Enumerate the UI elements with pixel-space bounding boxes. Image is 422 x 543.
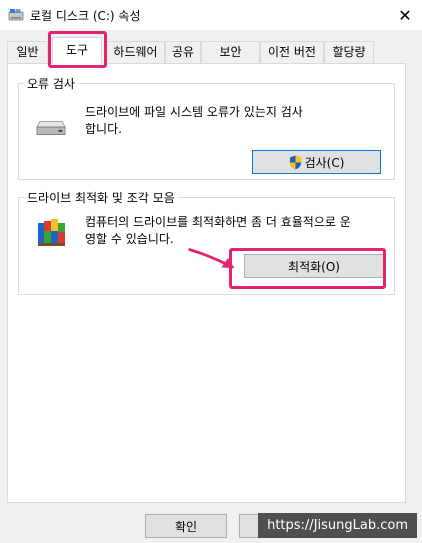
drive-icon [8,9,24,21]
tab-tools[interactable]: 도구 [52,37,102,64]
error-check-title: 오류 검사 [24,75,78,92]
close-icon: ✕ [398,5,412,25]
tab-general[interactable]: 일반 [7,41,48,63]
tab-hardware[interactable]: 하드웨어 [106,41,165,63]
watermark-text: https://JisungLab.com [267,518,408,533]
ok-button[interactable]: 확인 [145,514,227,538]
tab-quota[interactable]: 할당량 [324,41,374,63]
tools-panel: 오류 검사 드라이브에 파일 시스템 오류가 있는지 검사 합니다. 검사(C)… [7,63,406,503]
error-check-group: 오류 검사 드라이브에 파일 시스템 오류가 있는지 검사 합니다. 검사(C) [18,75,395,180]
window-title: 로컬 디스크 (C:) 속성 [30,9,141,23]
tab-label: 일반 [16,45,39,59]
ok-button-label: 확인 [174,519,198,534]
tab-previous-versions[interactable]: 이전 버전 [260,41,324,63]
optimize-group: 드라이브 최적화 및 조각 모음 컴퓨터의 드라이브를 최적화하면 좀 더 효율… [18,189,395,295]
tab-label: 하드웨어 [113,45,158,59]
tab-sharing[interactable]: 공유 [165,41,201,63]
tab-label: 이전 버전 [268,45,316,59]
optimize-button[interactable]: 최적화(O) [244,254,384,278]
tab-security[interactable]: 보안 [201,41,260,63]
uac-shield-icon [289,155,301,169]
tab-label: 보안 [219,45,242,59]
check-button[interactable]: 검사(C) [252,150,381,174]
hard-drive-icon [36,121,66,135]
check-button-label: 검사(C) [304,155,345,170]
watermark: https://JisungLab.com [258,513,417,538]
tab-label: 할당량 [332,45,366,59]
error-check-description-text: 드라이브에 파일 시스템 오류가 있는지 검사 합니다. [85,105,303,136]
title-bar: 로컬 디스크 (C:) 속성 ✕ [0,0,422,30]
optimize-description-text: 컴퓨터의 드라이브를 최적화하면 좀 더 효율적으로 운 영할 수 있습니다. [85,215,351,246]
pointer-arrow-icon [188,248,235,269]
optimize-description: 컴퓨터의 드라이브를 최적화하면 좀 더 효율적으로 운 영할 수 있습니다. [85,214,390,248]
optimize-button-label: 최적화(O) [288,259,340,274]
tab-label: 공유 [171,45,195,59]
tab-label: 도구 [65,43,89,57]
optimize-title: 드라이브 최적화 및 조각 모음 [24,189,178,206]
error-check-description: 드라이브에 파일 시스템 오류가 있는지 검사 합니다. [85,104,385,138]
defrag-icon [38,219,65,246]
close-button[interactable]: ✕ [388,0,422,30]
